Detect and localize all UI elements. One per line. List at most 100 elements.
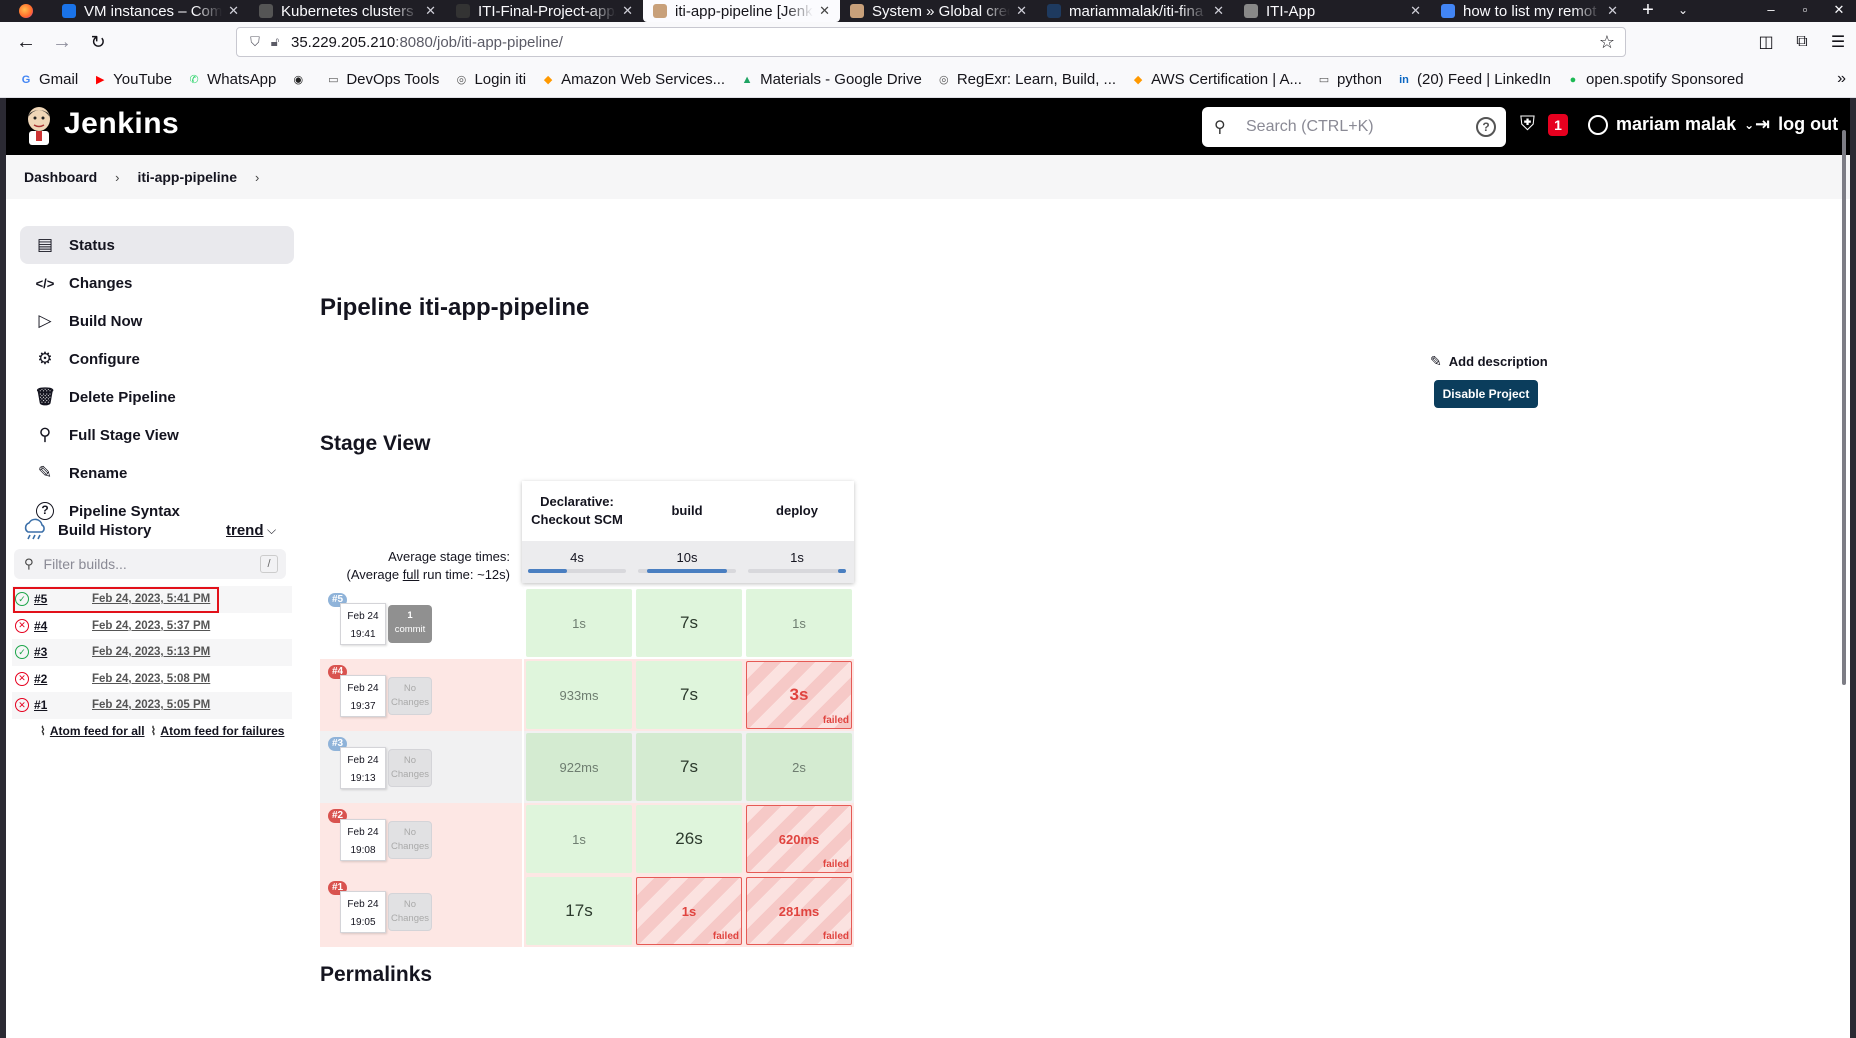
sidebar-item-full-stage-view[interactable]: ⚲ Full Stage View	[20, 416, 294, 454]
tab-close-icon[interactable]: ✕	[1607, 3, 1618, 19]
stage-cell[interactable]: 7s	[636, 589, 742, 657]
forward-arrow-icon[interactable]: →	[44, 24, 80, 60]
pocket-icon[interactable]: ◫	[1748, 32, 1784, 52]
stage-cell[interactable]: 1s failed	[636, 877, 742, 945]
bookmark-item[interactable]: ▭ DevOps Tools	[325, 71, 439, 88]
menu-hamburger-icon[interactable]: ☰	[1820, 32, 1856, 52]
atom-feed-failures-link[interactable]: Atom feed for failures	[160, 724, 284, 738]
security-shield-icon[interactable]: ⛨	[1520, 113, 1535, 136]
tab-close-icon[interactable]: ✕	[1213, 3, 1224, 19]
bookmark-item[interactable]: ▲ Materials - Google Drive	[739, 71, 922, 88]
sidebar-item-status[interactable]: ▤ Status	[20, 226, 294, 264]
bookmark-item[interactable]: ● open.spotify Sponsored	[1565, 71, 1744, 88]
browser-tab[interactable]: how to list my remot ✕	[1431, 0, 1628, 22]
stage-cell[interactable]: 1s	[746, 589, 852, 657]
breadcrumb-dashboard[interactable]: Dashboard	[24, 169, 97, 185]
search-box[interactable]: ⚲ Search (CTRL+K) ?	[1202, 107, 1506, 147]
stage-cell[interactable]: 17s	[526, 877, 632, 945]
build-number-link[interactable]: #3	[34, 645, 92, 659]
run-changes[interactable]: No Changes	[388, 677, 432, 715]
stage-cell[interactable]: 2s	[746, 733, 852, 801]
run-changes[interactable]: No Changes	[388, 749, 432, 787]
build-date-link[interactable]: Feb 24, 2023, 5:05 PM	[92, 699, 210, 711]
chevron-down-icon[interactable]: ⌵	[267, 523, 276, 538]
add-description-link[interactable]: ✎ Add description	[1430, 353, 1548, 370]
page-scrollbar[interactable]	[1838, 98, 1848, 685]
logout-link[interactable]: ⇥ log out	[1755, 114, 1838, 135]
build-number-link[interactable]: #4	[34, 619, 92, 633]
close-window-icon[interactable]: ✕	[1822, 0, 1856, 22]
bookmark-item[interactable]: ◎ RegExr: Learn, Build, ...	[936, 71, 1116, 88]
tab-close-icon[interactable]: ✕	[1410, 3, 1421, 19]
back-arrow-icon[interactable]: ←	[8, 24, 44, 60]
stage-cell[interactable]: 933ms	[526, 661, 632, 729]
breadcrumb-chevron-icon[interactable]: ›	[255, 170, 259, 185]
jenkins-logo-icon[interactable]	[24, 105, 54, 147]
help-icon[interactable]: ?	[1476, 117, 1496, 137]
sidebar-item-build-now[interactable]: ▷ Build Now	[20, 302, 294, 340]
bookmarks-overflow-icon[interactable]: »	[1837, 70, 1846, 88]
jenkins-brand[interactable]: Jenkins	[64, 107, 179, 141]
stage-cell[interactable]: 26s	[636, 805, 742, 873]
build-date-link[interactable]: Feb 24, 2023, 5:37 PM	[92, 620, 210, 632]
atom-feed-all-link[interactable]: Atom feed for all	[50, 724, 145, 738]
run-changes[interactable]: No Changes	[388, 893, 432, 931]
sidebar-item-rename[interactable]: ✎ Rename	[20, 454, 294, 492]
bookmark-star-icon[interactable]: ☆	[1599, 32, 1615, 53]
reload-icon[interactable]: ↻	[80, 24, 116, 60]
breadcrumb-job[interactable]: iti-app-pipeline	[137, 169, 237, 185]
run-date-card[interactable]: Feb 24 19:13	[340, 747, 386, 789]
full-run-link[interactable]: full	[403, 567, 420, 582]
new-tab-button[interactable]: +	[1628, 0, 1668, 20]
shield-tracking-icon[interactable]: ⛉	[245, 34, 265, 50]
browser-tab[interactable]: System » Global cred ✕	[840, 0, 1037, 22]
browser-tab[interactable]: mariammalak/iti-fina ✕	[1037, 0, 1234, 22]
bookmark-item[interactable]: G Gmail	[18, 71, 78, 88]
tab-close-icon[interactable]: ✕	[425, 3, 436, 19]
insecure-lock-icon[interactable]: 🔓︎	[265, 34, 285, 50]
sidebar-item-configure[interactable]: ⚙ Configure	[20, 340, 294, 378]
sidebar-item-delete-pipeline[interactable]: 🗑︎ Delete Pipeline	[20, 378, 294, 416]
minimize-icon[interactable]: –	[1754, 0, 1788, 22]
stage-cell[interactable]: 1s	[526, 589, 632, 657]
run-date-card[interactable]: Feb 24 19:08	[340, 819, 386, 861]
extensions-icon[interactable]: ⧉	[1784, 33, 1820, 51]
url-bar[interactable]: ⛉ 🔓︎ 35.229.205.210:8080/job/iti-app-pip…	[236, 27, 1626, 57]
tab-list-chevron-icon[interactable]: ⌄	[1668, 0, 1698, 20]
user-menu[interactable]: mariam malak ⌄	[1588, 114, 1754, 135]
alert-count-badge[interactable]: 1	[1548, 114, 1568, 136]
stage-cell[interactable]: 1s	[526, 805, 632, 873]
tab-close-icon[interactable]: ✕	[228, 3, 239, 19]
bookmark-item[interactable]: in (20) Feed | LinkedIn	[1396, 71, 1551, 88]
firefox-menu-icon[interactable]	[0, 0, 52, 22]
browser-tab[interactable]: ITI-Final-Project-app/ ✕	[446, 0, 643, 22]
stage-cell[interactable]: 922ms	[526, 733, 632, 801]
build-number-link[interactable]: #1	[34, 698, 92, 712]
stage-cell[interactable]: 281ms failed	[746, 877, 852, 945]
bookmark-item[interactable]: ◆ AWS Certification | A...	[1130, 71, 1302, 88]
disable-project-button[interactable]: Disable Project	[1434, 380, 1538, 408]
tab-close-icon[interactable]: ✕	[622, 3, 633, 19]
build-number-link[interactable]: #2	[34, 672, 92, 686]
trend-link[interactable]: trend	[226, 522, 264, 539]
run-changes[interactable]: 1 commit	[388, 605, 432, 643]
browser-tab[interactable]: iti-app-pipeline [Jenk ✕	[643, 0, 840, 22]
bookmark-item[interactable]: ▭ python	[1316, 71, 1382, 88]
browser-tab[interactable]: ITI-App ✕	[1234, 0, 1431, 22]
tab-close-icon[interactable]: ✕	[819, 3, 830, 19]
browser-tab[interactable]: VM instances – Comp ✕	[52, 0, 249, 22]
stage-cell[interactable]: 7s	[636, 661, 742, 729]
maximize-icon[interactable]: ▫	[1788, 0, 1822, 22]
stage-cell[interactable]: 3s failed	[746, 661, 852, 729]
sidebar-item-changes[interactable]: </> Changes	[20, 264, 294, 302]
stage-cell[interactable]: 620ms failed	[746, 805, 852, 873]
bookmark-item[interactable]: ◎ Login iti	[453, 71, 527, 88]
bookmark-item[interactable]: ◉	[290, 72, 311, 88]
tab-close-icon[interactable]: ✕	[1016, 3, 1027, 19]
filter-builds-input[interactable]: ⚲ Filter builds... /	[14, 549, 286, 579]
run-date-card[interactable]: Feb 24 19:05	[340, 891, 386, 933]
run-date-card[interactable]: Feb 24 19:37	[340, 675, 386, 717]
bookmark-item[interactable]: ✆ WhatsApp	[186, 71, 277, 88]
run-date-card[interactable]: Feb 24 19:41	[340, 603, 386, 645]
build-date-link[interactable]: Feb 24, 2023, 5:13 PM	[92, 646, 210, 658]
